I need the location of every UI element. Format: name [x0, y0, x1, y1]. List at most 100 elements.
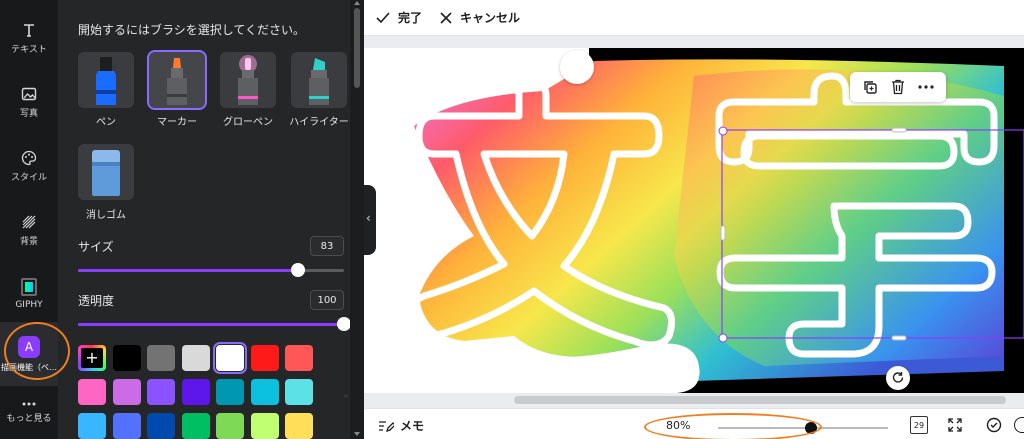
- sidebar-item-text[interactable]: テキスト: [0, 6, 58, 70]
- color-swatch[interactable]: [147, 379, 175, 405]
- sidebar-item-giphy[interactable]: GIPHY: [0, 262, 58, 326]
- check-circle-icon[interactable]: [986, 417, 1002, 433]
- sidebar-item-photo[interactable]: 写真: [0, 70, 58, 134]
- eraser-icon: [92, 150, 120, 196]
- giphy-icon: [21, 278, 37, 296]
- pen-icon: [96, 57, 116, 105]
- size-label: サイズ: [78, 240, 114, 254]
- brush-highlighter[interactable]: [291, 52, 347, 108]
- pattern-icon: [22, 215, 36, 228]
- add-color-icon: +: [81, 348, 103, 368]
- resize-handle-left[interactable]: [720, 225, 726, 241]
- color-swatch[interactable]: [213, 342, 247, 374]
- cancel-label: キャンセル: [460, 11, 521, 25]
- color-swatch[interactable]: [181, 345, 210, 371]
- scroll-up-arrow[interactable]: [354, 1, 360, 5]
- resize-handle-top[interactable]: [891, 127, 907, 133]
- brush-pen[interactable]: [78, 52, 134, 108]
- brush-glow-pen[interactable]: [220, 52, 276, 108]
- cancel-button[interactable]: キャンセル: [440, 9, 520, 26]
- color-swatch[interactable]: [112, 413, 141, 439]
- scroll-down-arrow[interactable]: [354, 432, 360, 436]
- panel-scroll-thumb[interactable]: [354, 8, 360, 88]
- fullscreen-icon[interactable]: [948, 418, 962, 432]
- show-pages-caret-icon[interactable]: ⌃: [338, 394, 354, 406]
- opacity-label: 透明度: [78, 294, 115, 308]
- brush-panel: 開始するにはブラシを選択してください。 ペン マーカー グローペン ハイライター…: [58, 0, 358, 439]
- color-swatch[interactable]: [285, 379, 313, 405]
- sidebar-item-label: 写真: [19, 108, 38, 119]
- marker-icon: [167, 58, 187, 105]
- zoom-value[interactable]: 80%: [666, 419, 690, 432]
- element-floating-toolbar: [850, 72, 946, 102]
- add-color-swatch[interactable]: +: [78, 345, 106, 371]
- opacity-value-input[interactable]: 100: [310, 290, 344, 310]
- resize-handle-tl[interactable]: [718, 126, 728, 136]
- color-swatch[interactable]: [78, 379, 106, 405]
- color-swatch[interactable]: [285, 345, 313, 371]
- color-swatch[interactable]: [285, 413, 313, 439]
- size-slider[interactable]: [78, 263, 344, 277]
- done-button[interactable]: 完了: [376, 9, 422, 26]
- panel-heading: 開始するにはブラシを選択してください。: [78, 23, 306, 37]
- collapse-panel-button[interactable]: [364, 185, 376, 255]
- canvas-horizontal-scrollbar[interactable]: [514, 396, 1006, 404]
- help-button-edge[interactable]: [1014, 417, 1024, 433]
- sidebar-item-label: 背景: [19, 236, 38, 247]
- zoom-slider-knob[interactable]: [805, 422, 817, 434]
- color-swatch[interactable]: [147, 345, 175, 371]
- sidebar-item-style[interactable]: スタイル: [0, 134, 58, 198]
- memo-label: メモ: [400, 419, 425, 433]
- memo-button[interactable]: メモ: [378, 417, 424, 434]
- panel-scrollbar[interactable]: [350, 0, 364, 439]
- color-swatch[interactable]: [250, 379, 279, 405]
- color-swatch[interactable]: [147, 413, 175, 439]
- page-count-button[interactable]: 29: [910, 416, 928, 434]
- text-icon: [24, 23, 34, 37]
- notes-icon: [379, 420, 394, 432]
- color-swatch[interactable]: [78, 413, 106, 439]
- size-slider-knob[interactable]: [291, 263, 305, 277]
- brush-eraser[interactable]: [78, 144, 134, 200]
- size-slider-fill: [78, 269, 298, 272]
- opacity-slider-knob[interactable]: [337, 317, 351, 331]
- resize-handle-bl[interactable]: [718, 333, 728, 343]
- sidebar-item-label: 描画機能（ベ…: [1, 362, 57, 372]
- more-options-icon[interactable]: [918, 85, 934, 89]
- palette-icon: [21, 150, 37, 165]
- color-swatch[interactable]: [216, 379, 244, 405]
- highlighter-icon: [309, 58, 329, 105]
- trash-icon[interactable]: [891, 79, 905, 95]
- draw-app-icon: A: [18, 335, 40, 358]
- color-swatch[interactable]: [181, 379, 210, 405]
- sidebar-item-draw[interactable]: A 描画機能（ベ…: [0, 322, 58, 386]
- sidebar-item-background[interactable]: 背景: [0, 198, 58, 262]
- color-swatch[interactable]: [181, 413, 210, 439]
- sidebar-rail: テキスト 写真 スタイル 背景 GIPHY A 描画機能（ベ… もっと見る: [0, 0, 58, 439]
- color-swatch[interactable]: [250, 345, 279, 371]
- sidebar-item-label: GIPHY: [15, 300, 43, 310]
- color-swatch[interactable]: [250, 413, 279, 439]
- size-value-input[interactable]: 83: [310, 236, 344, 256]
- zoom-slider[interactable]: [718, 427, 888, 429]
- color-swatch[interactable]: [112, 345, 141, 371]
- photo-icon: [21, 87, 37, 100]
- resize-handle-bottom[interactable]: [891, 335, 907, 341]
- sidebar-item-label: スタイル: [10, 172, 47, 183]
- color-swatch[interactable]: [216, 413, 244, 439]
- app-root: テキスト 写真 スタイル 背景 GIPHY A 描画機能（ベ… もっと見る 開始…: [0, 0, 1024, 439]
- check-icon: [376, 11, 390, 23]
- rotate-icon: [892, 372, 904, 383]
- rotate-button[interactable]: [886, 366, 910, 390]
- brush-label: ペン: [96, 117, 116, 128]
- brush-marker[interactable]: [147, 50, 207, 110]
- sidebar-item-more[interactable]: もっと見る: [0, 386, 58, 438]
- duplicate-icon[interactable]: [862, 79, 878, 95]
- opacity-slider-fill: [78, 323, 344, 326]
- color-swatch[interactable]: [112, 379, 141, 405]
- done-label: 完了: [398, 11, 423, 25]
- brush-label: ハイライター: [289, 117, 349, 128]
- brush-cursor-preview: [560, 50, 594, 84]
- opacity-slider[interactable]: [78, 317, 351, 331]
- brush-label: グローペン: [223, 117, 273, 128]
